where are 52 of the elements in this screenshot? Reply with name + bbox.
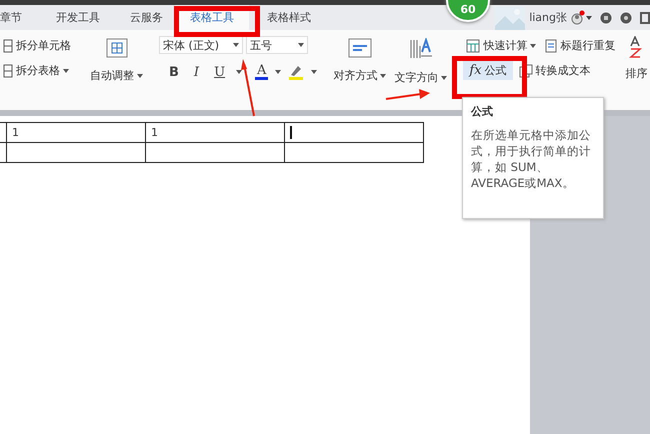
split-icon [3, 64, 13, 78]
caret-icon[interactable] [311, 69, 318, 75]
user-icon[interactable] [569, 10, 585, 26]
bold-button[interactable]: B [165, 64, 183, 80]
caret-icon [298, 42, 304, 48]
highlighter-icon[interactable] [288, 64, 304, 80]
font-dropdown[interactable]: 宋体 (正文) [159, 36, 243, 54]
user-name[interactable]: liang张 [529, 10, 567, 25]
split-icon [3, 38, 13, 52]
caret-icon[interactable] [586, 14, 592, 20]
tooltip-title: 公式 [471, 104, 494, 119]
caret-icon [233, 42, 239, 48]
text-direction-icon [408, 38, 433, 60]
document-icon [518, 64, 533, 78]
quick-calc-button[interactable]: 快速计算 [463, 36, 540, 55]
ribbon-tab[interactable]: 开发工具 [52, 5, 104, 30]
caret-icon [137, 72, 143, 78]
ribbon-tab[interactable]: 章节 [0, 5, 26, 30]
caret-icon [530, 42, 536, 48]
caret-icon[interactable] [275, 69, 282, 75]
arrow [238, 58, 258, 118]
tooltip-text: 在所选单元格中添加公式，用于执行简单的计算，如 SUM、AVERAGE或MAX。 [471, 127, 592, 191]
calculator-icon [466, 38, 480, 52]
autofit-button[interactable]: 自动调整 [86, 36, 147, 85]
font-color-button[interactable]: A [255, 64, 268, 80]
caret-icon [441, 74, 448, 80]
split-button[interactable]: 拆分单元格 [0, 36, 74, 55]
arrow [385, 88, 431, 102]
text-direction-button[interactable]: 文字方向 [390, 36, 452, 87]
formula-button[interactable]: fx 公式 [463, 61, 513, 80]
settings-icon[interactable] [620, 12, 632, 24]
caret-icon[interactable] [236, 69, 242, 75]
caret-icon [380, 72, 386, 78]
caret-icon [63, 68, 69, 74]
window-icon[interactable] [640, 12, 650, 24]
document-icon [545, 38, 558, 52]
underline-button[interactable]: U [210, 64, 230, 80]
convert-to-text-button[interactable]: 转换成文本 [516, 61, 594, 80]
split-button[interactable]: 拆分表格 [0, 61, 74, 80]
align-icon [348, 38, 372, 58]
ribbon-tab[interactable]: 表格样式 [263, 5, 315, 30]
ribbon-tab[interactable]: 云服务 [126, 5, 167, 30]
size-dropdown[interactable]: 五号 [246, 36, 308, 54]
repeat-header-button[interactable]: 标题行重复 [542, 36, 618, 55]
table-icon [106, 38, 128, 58]
sort-button[interactable]: 排序 [622, 64, 650, 83]
table-cell: 1 [6, 122, 146, 142]
sort-icon [629, 36, 644, 58]
align-button[interactable]: 对齐方式 [329, 36, 390, 85]
table-cell: 1 [146, 122, 284, 142]
italic-button[interactable]: I [190, 64, 204, 80]
text-cursor [290, 126, 292, 140]
